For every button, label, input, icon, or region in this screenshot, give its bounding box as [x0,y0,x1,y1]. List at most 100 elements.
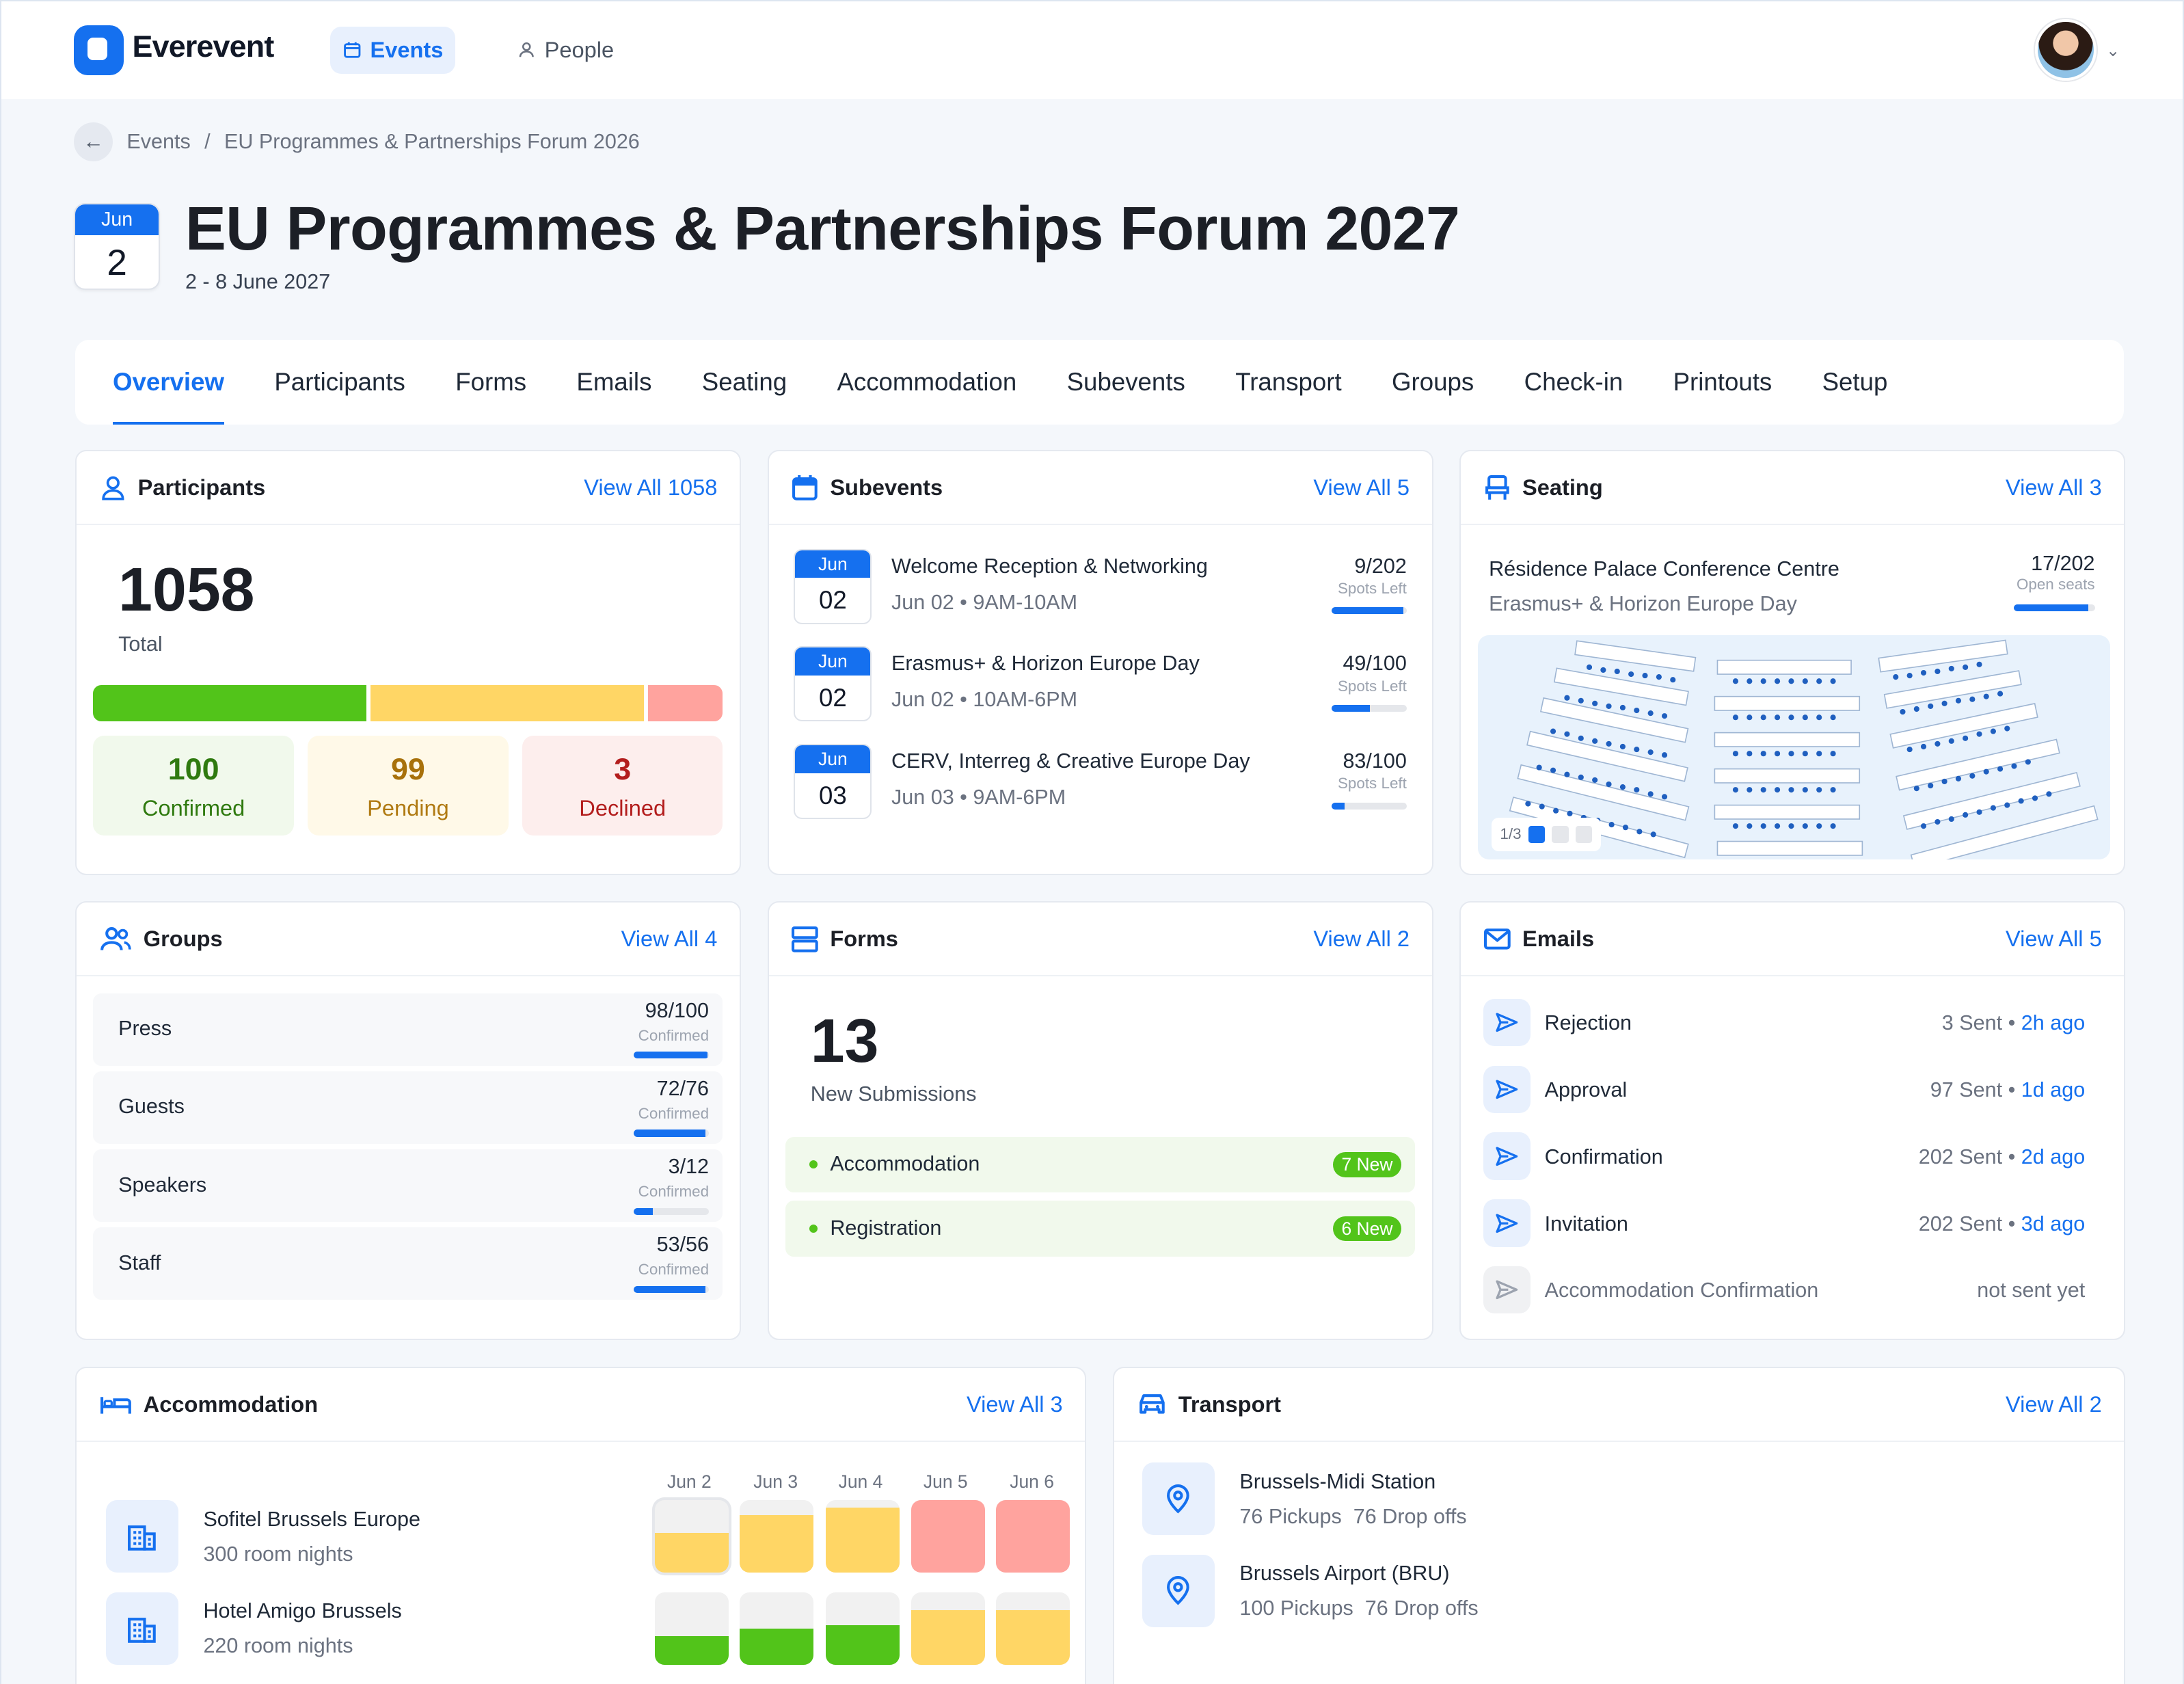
user-icon [519,42,534,57]
group-caption: Confirmed [638,1260,710,1278]
transport-location-name[interactable]: Brussels-Midi Station [1239,1470,1435,1494]
subevent-spots-value: 9/202 [1354,554,1407,578]
breadcrumb-events[interactable]: Events [126,130,190,154]
seating-map-preview[interactable]: 1/3 [1477,635,2110,860]
confirmed-label: Confirmed [141,795,245,821]
subevent-row[interactable]: Jun 03 CERV, Interreg & Creative Europe D… [794,743,1407,825]
occupancy-cell[interactable] [826,1500,900,1573]
subevent-row[interactable]: Jun 02 Erasmus+ & Horizon Europe Day Jun … [794,646,1407,727]
accommodation-day-label: Jun 3 [753,1471,798,1492]
occupancy-cell[interactable] [739,1500,813,1573]
tab-accommodation[interactable]: Accommodation [837,340,1016,425]
forms-view-all-link[interactable]: View All 2 [1313,926,1410,952]
tab-forms[interactable]: Forms [455,340,526,425]
seating-card: Seating View All 3 Résidence Palace Conf… [1459,450,2126,875]
hotel-name[interactable]: Hotel Amigo Brussels [203,1599,401,1623]
occupancy-cell[interactable] [995,1500,1070,1573]
transport-dropoffs: 76 Drop offs [1353,1504,1467,1528]
emails-header: Emails View All 5 [1461,903,2125,977]
accommodation-view-all-link[interactable]: View All 3 [967,1391,1063,1417]
avatar[interactable] [2034,19,2097,81]
group-row[interactable]: Staff 53/56 Confirmed [93,1227,723,1300]
building-icon [105,1592,178,1665]
tab-transport[interactable]: Transport [1235,340,1342,425]
nav-events[interactable]: Events [329,26,456,74]
status-bar-declined [648,685,723,722]
seating-subevent: Erasmus+ & Horizon Europe Day [1489,591,1797,615]
groups-header: Groups View All 4 [76,903,740,977]
back-button[interactable]: ← [73,122,113,162]
subevent-name: Welcome Reception & Networking [891,554,1208,578]
form-row[interactable]: Accommodation 7 New [785,1136,1416,1193]
transport-title: Transport [1178,1391,1282,1417]
seating-pager-dot[interactable] [1575,826,1593,843]
status-dot [809,1224,818,1233]
subevent-spots-caption: Spots Left [1337,775,1407,792]
tab-setup[interactable]: Setup [1822,340,1888,425]
occupancy-cell[interactable] [995,1592,1070,1665]
hotel-name[interactable]: Sofitel Brussels Europe [203,1508,420,1532]
building-icon [105,1500,178,1573]
form-new-badge: 6 New [1333,1216,1401,1242]
occupancy-cell[interactable] [654,1500,729,1573]
accommodation-title: Accommodation [143,1391,319,1417]
transport-location-name[interactable]: Brussels Airport (BRU) [1239,1562,1449,1586]
email-row[interactable]: Invitation 202 Sent • 3d ago [1483,1199,2085,1249]
occupancy-cell[interactable] [911,1592,985,1665]
email-row[interactable]: Accommodation Confirmation not sent yet [1483,1266,2085,1316]
group-count: 72/76 [656,1076,710,1100]
group-row[interactable]: Guests 72/76 Confirmed [93,1071,723,1144]
tab-groups[interactable]: Groups [1392,340,1474,425]
declined-stat[interactable]: 3 Declined [522,735,723,836]
tab-overview[interactable]: Overview [112,340,225,425]
forms-icon [792,926,818,952]
seating-seats-value: 17/202 [2031,551,2095,575]
subevent-progress [1331,607,1407,615]
email-row[interactable]: Confirmation 202 Sent • 2d ago [1483,1132,2085,1182]
group-row[interactable]: Speakers 3/12 Confirmed [93,1149,723,1222]
group-row[interactable]: Press 98/100 Confirmed [93,993,723,1066]
hotel-room-nights: 300 room nights [203,1542,353,1566]
chevron-down-icon[interactable]: ⌄ [2106,40,2120,61]
nav-people[interactable]: People [517,27,614,74]
seating-pager-dot-active[interactable] [1528,826,1546,843]
subevent-time: Jun 03 • 9AM-6PM [891,786,1066,810]
form-row[interactable]: Registration 6 New [785,1201,1416,1257]
groups-title-wrap: Groups [99,925,223,953]
groups-view-all-link[interactable]: View All 4 [621,926,718,952]
transport-view-all-link[interactable]: View All 2 [2006,1391,2102,1417]
form-name: Accommodation [830,1152,980,1175]
participants-view-all-link[interactable]: View All 1058 [584,475,717,500]
seating-pager-dot[interactable] [1552,826,1569,843]
send-icon [1483,1065,1531,1113]
nav-events-label: Events [370,37,444,63]
tab-seating[interactable]: Seating [702,340,787,425]
form-name: Registration [830,1216,942,1240]
subevent-spots: 9/202 Spots Left [1338,554,1407,598]
seating-view-all-link[interactable]: View All 3 [2006,475,2102,500]
tab-emails[interactable]: Emails [576,340,651,425]
pending-count: 99 [390,752,425,787]
confirmed-stat[interactable]: 100 Confirmed [93,735,294,836]
email-row[interactable]: Approval 97 Sent • 1d ago [1483,1065,2085,1116]
subevents-title: Subevents [830,475,943,500]
occupancy-cell[interactable] [739,1592,813,1665]
email-meta: 202 Sent • 2d ago [1918,1145,2086,1168]
confirmed-count: 100 [167,752,219,787]
email-row[interactable]: Rejection 3 Sent • 2h ago [1483,998,2086,1049]
brand-name[interactable]: Everevent [133,29,275,64]
tab-subevents[interactable]: Subevents [1067,340,1185,425]
pending-stat[interactable]: 99 Pending [308,735,509,836]
occupancy-cell[interactable] [826,1592,900,1665]
logo-icon[interactable] [73,25,124,75]
emails-view-all-link[interactable]: View All 5 [2006,926,2102,952]
participants-card: Participants View All 1058 1058 Total 10… [75,450,741,875]
email-ago: 2h ago [2021,1011,2086,1035]
tab-printouts[interactable]: Printouts [1673,340,1772,425]
subevents-view-all-link[interactable]: View All 5 [1313,475,1410,500]
occupancy-cell[interactable] [911,1500,985,1573]
occupancy-cell[interactable] [654,1592,729,1665]
tab-participants[interactable]: Participants [274,340,405,425]
tab-check-in[interactable]: Check-in [1524,340,1623,425]
subevent-row[interactable]: Jun 02 Welcome Reception & Networking Jun… [794,548,1407,630]
